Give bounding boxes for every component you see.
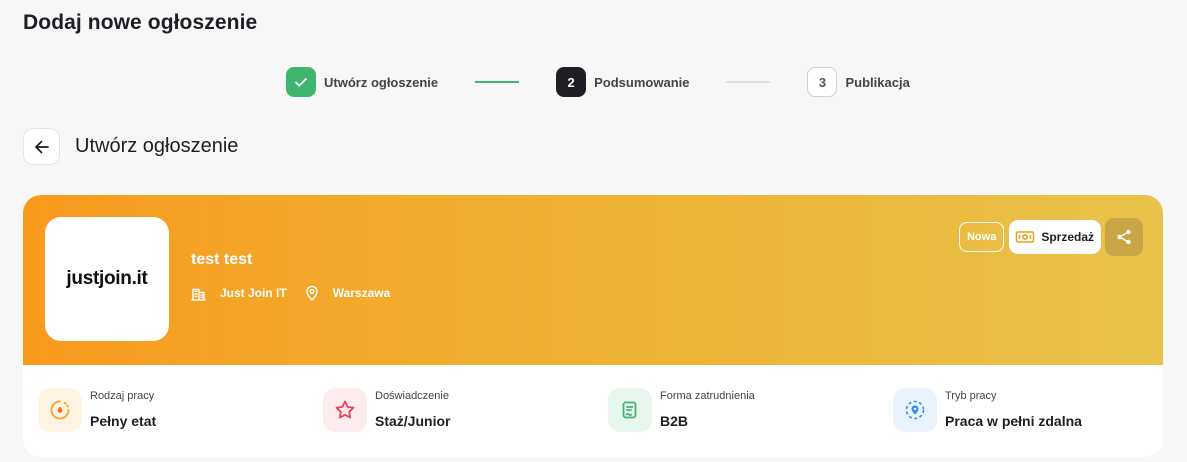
detail-contract: Forma zatrudnienia B2B [593, 365, 878, 457]
detail-value: Pełny etat [90, 413, 157, 429]
detail-job-type: Rodzaj pracy Pełny etat [23, 365, 308, 457]
company: Just Join IT [191, 286, 287, 301]
map-pin-icon [305, 285, 318, 301]
page-title: Dodaj nowe ogłoszenie [23, 11, 258, 34]
logo-text: justjoin.it [66, 268, 148, 289]
detail-label: Forma zatrudnienia [660, 390, 755, 402]
star-icon [323, 388, 367, 432]
header-row: Utwórz ogłoszenie [23, 128, 238, 165]
stepper: Utwórz ogłoszenie 2 Podsumowanie 3 Publi… [286, 66, 910, 98]
offer-title: test test [191, 251, 253, 268]
money-icon [1016, 231, 1035, 243]
category-badge: Sprzedaż [1009, 220, 1101, 254]
detail-label: Doświadczenie [375, 390, 449, 402]
detail-experience: Doświadczenie Staż/Junior [308, 365, 593, 457]
arrow-left-icon [34, 140, 49, 153]
location-pin-icon [893, 388, 937, 432]
step-connector [475, 81, 520, 83]
step-publish[interactable]: 3 Publikacja [807, 67, 910, 97]
share-button[interactable] [1105, 218, 1143, 256]
clock-icon [38, 388, 82, 432]
company-logo: justjoin.it [45, 217, 169, 341]
location: Warszawa [305, 285, 391, 301]
offer-badges: Nowa Sprzedaż [958, 218, 1143, 256]
detail-label: Tryb pracy [945, 390, 997, 402]
step-number: 2 [556, 67, 587, 97]
step-create[interactable]: Utwórz ogłoszenie [286, 67, 438, 97]
category-label: Sprzedaż [1041, 230, 1094, 244]
detail-value: Staż/Junior [375, 413, 451, 429]
step-number: 3 [807, 67, 838, 97]
step-label: Utwórz ogłoszenie [324, 74, 439, 90]
detail-work-mode: Tryb pracy Praca w pełni zdalna [878, 365, 1163, 457]
building-icon [191, 288, 206, 301]
new-badge: Nowa [958, 222, 1005, 252]
check-icon [286, 67, 316, 97]
detail-label: Rodzaj pracy [90, 390, 155, 402]
share-icon [1117, 229, 1131, 245]
offer-card: justjoin.it test test Just Join IT Warsz… [23, 195, 1163, 457]
offer-details: Rodzaj pracy Pełny etat Doświadczenie St… [23, 365, 1163, 457]
contract-icon [608, 388, 652, 432]
company-name: Just Join IT [220, 286, 287, 300]
step-label: Podsumowanie [594, 74, 690, 90]
detail-value: Praca w pełni zdalna [945, 413, 1082, 429]
step-connector [726, 81, 771, 83]
step-label: Publikacja [845, 74, 910, 90]
back-button[interactable] [23, 128, 60, 165]
offer-banner: justjoin.it test test Just Join IT Warsz… [23, 195, 1163, 365]
step-summary[interactable]: 2 Podsumowanie [556, 67, 689, 97]
offer-meta: Just Join IT Warszawa [191, 285, 408, 301]
detail-value: B2B [660, 413, 689, 429]
section-title: Utwórz ogłoszenie [75, 135, 239, 157]
location-name: Warszawa [332, 286, 391, 300]
